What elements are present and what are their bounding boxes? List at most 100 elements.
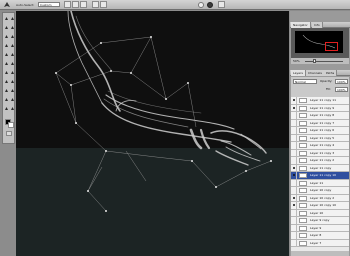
- tab-channels[interactable]: Channels: [306, 70, 325, 76]
- visibility-eye-icon[interactable]: [291, 97, 297, 104]
- layer-name: Layer 9: [310, 225, 322, 230]
- visibility-eye-icon[interactable]: [291, 209, 297, 217]
- layer-thumbnail: [299, 195, 307, 201]
- visibility-eye-icon[interactable]: [291, 217, 297, 224]
- layer-row[interactable]: Layer 10 copy 10: [291, 202, 349, 210]
- layer-row[interactable]: Layer 11 copy 7: [291, 119, 349, 127]
- align-button[interactable]: [92, 1, 99, 8]
- marquee-tool-icon[interactable]: [4, 16, 9, 21]
- visibility-eye-icon[interactable]: [291, 149, 297, 157]
- visibility-eye-icon[interactable]: [291, 224, 297, 232]
- layer-row[interactable]: Layer 11 copy 9: [291, 104, 349, 112]
- cancel-icon[interactable]: [198, 2, 204, 8]
- layer-thumbnail: [299, 135, 307, 141]
- layer-row[interactable]: Layer 11 copy 2: [291, 157, 349, 165]
- blend-mode-dropdown[interactable]: Normal: [293, 79, 317, 84]
- visibility-eye-icon[interactable]: [291, 112, 297, 119]
- move-tool-icon[interactable]: [10, 16, 15, 21]
- layer-row[interactable]: Layer 11: [291, 179, 349, 187]
- distribute-button[interactable]: [100, 1, 107, 8]
- navigator-thumbnail: [295, 31, 343, 53]
- notes-tool-icon[interactable]: [4, 97, 9, 102]
- visibility-eye-icon[interactable]: [291, 179, 297, 187]
- document-canvas[interactable]: [16, 11, 289, 256]
- layer-row[interactable]: Layer 9 copy: [291, 217, 349, 225]
- visibility-eye-icon[interactable]: [291, 187, 297, 194]
- layer-row[interactable]: Layer 11 copy 8: [291, 112, 349, 120]
- layer-row[interactable]: Layer 10 copy: [291, 187, 349, 195]
- pen-tool-icon[interactable]: [3, 1, 12, 8]
- workspace-button[interactable]: [218, 1, 225, 8]
- zoom-slider[interactable]: [305, 61, 343, 62]
- hand-tool-icon[interactable]: [4, 106, 9, 111]
- layer-row[interactable]: Layer 10 copy 2: [291, 194, 349, 202]
- quick-mask-button[interactable]: [6, 131, 12, 136]
- visibility-eye-icon[interactable]: [291, 134, 297, 142]
- navigator-preview[interactable]: [291, 28, 349, 58]
- path-selection-tool-icon[interactable]: [4, 88, 9, 93]
- lasso-tool-icon[interactable]: [4, 25, 9, 30]
- crop-tool-icon[interactable]: [4, 34, 9, 39]
- visibility-eye-icon[interactable]: [291, 172, 297, 179]
- layer-name: Layer 11 copy 2: [310, 158, 335, 162]
- layer-row[interactable]: Layer 11 copy: [291, 164, 349, 172]
- commit-check-icon[interactable]: [207, 2, 213, 8]
- shape-mode-button[interactable]: [72, 1, 79, 8]
- visibility-eye-icon[interactable]: [291, 157, 297, 164]
- visibility-eye-icon[interactable]: [291, 194, 297, 202]
- layer-name: Layer 11 copy: [310, 165, 332, 170]
- layer-row[interactable]: Layer 11 copy 5: [291, 134, 349, 142]
- slice-tool-icon[interactable]: [10, 34, 15, 39]
- layer-name: Layer 9 copy: [310, 218, 330, 222]
- layer-thumbnail: [299, 150, 307, 156]
- fill-mode-button[interactable]: [80, 1, 87, 8]
- tab-paths[interactable]: Paths: [324, 70, 338, 76]
- fill-field[interactable]: 100%: [335, 87, 348, 92]
- brush-tool-icon[interactable]: [10, 43, 15, 48]
- visibility-eye-icon[interactable]: [291, 202, 297, 209]
- magic-wand-tool-icon[interactable]: [10, 25, 15, 30]
- history-brush-tool-icon[interactable]: [10, 52, 15, 57]
- eyedropper-tool-icon[interactable]: [10, 97, 15, 102]
- navigator-zoom[interactable]: 50%: [293, 59, 300, 63]
- path-mode-button[interactable]: [64, 1, 71, 8]
- eraser-tool-icon[interactable]: [4, 61, 9, 66]
- layer-row[interactable]: Layer 11 copy 4: [291, 142, 349, 150]
- background-color-swatch[interactable]: [8, 122, 14, 128]
- visibility-eye-icon[interactable]: [291, 232, 297, 239]
- pen-tool-icon[interactable]: [4, 79, 9, 84]
- zoom-tool-icon[interactable]: [10, 106, 15, 111]
- healing-brush-tool-icon[interactable]: [4, 43, 9, 48]
- visibility-eye-icon[interactable]: [291, 127, 297, 134]
- fill-label: Fill:: [326, 87, 332, 91]
- layer-row[interactable]: Layer 9: [291, 224, 349, 232]
- type-tool-icon[interactable]: [10, 79, 15, 84]
- shape-tool-icon[interactable]: [10, 88, 15, 93]
- visibility-eye-icon[interactable]: [291, 119, 297, 127]
- opacity-field[interactable]: 100%: [335, 79, 348, 84]
- tab-layers[interactable]: Layers: [291, 70, 306, 76]
- layer-row[interactable]: Layer 11 copy 6: [291, 127, 349, 135]
- layer-row[interactable]: Layer 11 copy 11: [291, 97, 349, 105]
- blur-tool-icon[interactable]: [4, 70, 9, 75]
- visibility-eye-icon[interactable]: [291, 104, 297, 112]
- layer-row[interactable]: Layer 11 copy 3: [291, 149, 349, 157]
- clone-stamp-tool-icon[interactable]: [4, 52, 9, 57]
- auto-select-dropdown[interactable]: Custom: [38, 2, 60, 7]
- visibility-eye-icon[interactable]: [291, 142, 297, 149]
- layer-thumbnail: [299, 105, 307, 111]
- layer-name: Layer 11 copy 11: [310, 98, 337, 102]
- navigator-view-box[interactable]: [325, 42, 338, 51]
- layer-row[interactable]: Layer 11 copy 10: [291, 172, 349, 180]
- layer-name: Layer 8: [310, 233, 322, 237]
- layer-row[interactable]: Layer 8: [291, 232, 349, 240]
- zoom-slider-knob[interactable]: [313, 59, 316, 63]
- dodge-tool-icon[interactable]: [10, 70, 15, 75]
- visibility-eye-icon[interactable]: [291, 239, 297, 247]
- layer-thumbnail: [299, 98, 307, 103]
- layer-row[interactable]: Layer 7: [291, 239, 349, 247]
- layer-row[interactable]: Layer 10: [291, 209, 349, 217]
- gradient-tool-icon[interactable]: [10, 61, 15, 66]
- visibility-eye-icon[interactable]: [291, 164, 297, 172]
- layers-footer: [291, 251, 349, 256]
